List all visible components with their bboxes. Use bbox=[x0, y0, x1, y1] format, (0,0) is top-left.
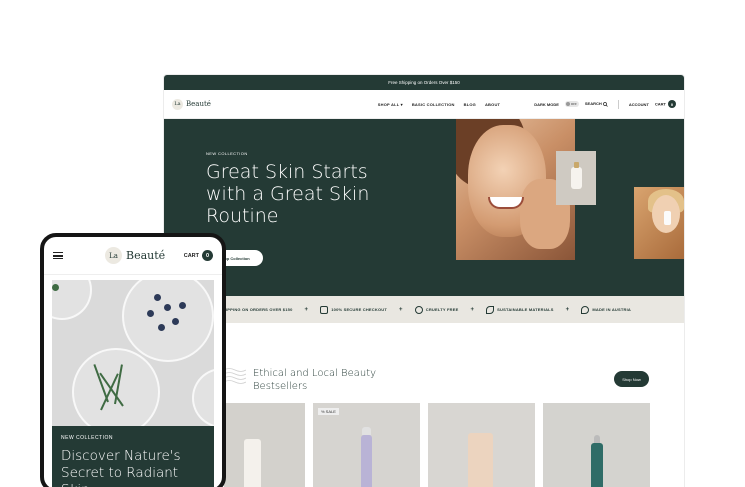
menu-item-about[interactable]: ABOUT bbox=[485, 102, 500, 107]
desktop-logo[interactable]: La Beauté bbox=[172, 98, 211, 110]
section-title: Ethical and Local Beauty Bestsellers bbox=[253, 367, 376, 393]
feature-secure-checkout: 100% SECURE CHECKOUT bbox=[320, 305, 387, 314]
product-card[interactable] bbox=[543, 403, 650, 487]
dark-mode-toggle[interactable]: OFF bbox=[564, 101, 579, 107]
lock-icon bbox=[320, 305, 329, 314]
mobile-hero: NEW COLLECTION Discover Nature's Secret … bbox=[52, 426, 214, 487]
feature-shipping: SHIPPING ON ORDERS OVER $150 bbox=[220, 307, 293, 312]
rabbit-icon bbox=[414, 305, 423, 314]
product-card[interactable] bbox=[428, 403, 535, 487]
menu-item-shop-all[interactable]: SHOP ALL ▾ bbox=[378, 102, 403, 107]
menu-item-basic-collection[interactable]: BASIC COLLECTION bbox=[412, 102, 455, 107]
logo-text: Beauté bbox=[126, 249, 166, 262]
serum-product-image bbox=[556, 151, 596, 205]
mobile-header: La Beauté CART 0 bbox=[44, 237, 222, 275]
leaf-icon bbox=[486, 305, 495, 314]
location-pin-icon bbox=[581, 305, 590, 314]
hero-title: Great Skin Starts with a Great Skin Rout… bbox=[206, 161, 370, 227]
mobile-logo[interactable]: La Beauté bbox=[105, 247, 165, 264]
logo-badge: La bbox=[105, 247, 122, 264]
desktop-hero: NEW COLLECTION Great Skin Starts with a … bbox=[164, 119, 684, 296]
feature-cruelty-free: CRUELTY FREE bbox=[414, 305, 459, 314]
model-portrait-image bbox=[634, 187, 684, 259]
header-utilities: DARK MODE OFF SEARCH ACCOUNT CART 0 bbox=[534, 99, 676, 109]
menu-item-blog[interactable]: BLOG bbox=[464, 102, 476, 107]
product-card[interactable] bbox=[224, 403, 305, 487]
main-menu: SHOP ALL ▾ BASIC COLLECTION BLOG ABOUT bbox=[378, 102, 500, 107]
shop-now-button[interactable]: Shop Now bbox=[614, 371, 649, 387]
showcase-stage: Free Shipping on Orders Over $150 La Bea… bbox=[0, 0, 745, 487]
feature-band: SHIPPING ON ORDERS OVER $150 + 100% SECU… bbox=[164, 296, 684, 323]
divider bbox=[617, 99, 619, 109]
cart-count-badge: 0 bbox=[202, 250, 213, 261]
hero-kicker: NEW COLLECTION bbox=[206, 151, 248, 156]
plus-icon: + bbox=[399, 306, 403, 313]
mobile-hero-kicker: NEW COLLECTION bbox=[61, 435, 114, 441]
plus-icon: + bbox=[304, 306, 309, 313]
hamburger-menu-icon[interactable] bbox=[53, 252, 63, 259]
mobile-device: La Beauté CART 0 NEW COLLECTION Discover… bbox=[40, 233, 226, 487]
search-icon bbox=[603, 101, 608, 107]
product-card[interactable]: % SALE bbox=[313, 403, 420, 487]
plus-icon: + bbox=[565, 306, 570, 313]
plus-icon: + bbox=[470, 306, 475, 313]
bestsellers-section: Ethical and Local Beauty Bestsellers Sho… bbox=[164, 323, 684, 487]
section-title-line2: Bestsellers bbox=[253, 381, 308, 392]
cart-count-badge: 0 bbox=[668, 100, 676, 108]
cart-link[interactable]: CART 0 bbox=[655, 100, 676, 108]
section-title-line1: Ethical and Local Beauty bbox=[253, 368, 377, 379]
petri-dish-image bbox=[52, 280, 214, 426]
mobile-cart-link[interactable]: CART 0 bbox=[184, 250, 213, 261]
toggle-state: OFF bbox=[570, 102, 577, 106]
feature-made-in-austria: MADE IN AUSTRIA bbox=[581, 305, 631, 314]
mobile-hero-title: Discover Nature's Secret to Radiant Skin bbox=[61, 448, 181, 487]
sale-badge: % SALE bbox=[318, 408, 339, 415]
feature-sustainable: SUSTAINABLE MATERIALS bbox=[486, 305, 554, 314]
chevron-down-icon: ▾ bbox=[400, 101, 403, 107]
waves-icon bbox=[224, 368, 246, 384]
logo-text: Beauté bbox=[186, 100, 211, 108]
logo-badge: La bbox=[172, 98, 183, 110]
announcement-bar: Free Shipping on Orders Over $150 bbox=[164, 75, 684, 90]
desktop-header: La Beauté SHOP ALL ▾ BASIC COLLECTION BL… bbox=[164, 90, 684, 119]
account-link[interactable]: ACCOUNT bbox=[629, 102, 649, 107]
dark-mode-label: DARK MODE bbox=[534, 101, 559, 107]
search-button[interactable]: SEARCH bbox=[585, 101, 608, 107]
desktop-window: Free Shipping on Orders Over $150 La Bea… bbox=[164, 75, 684, 487]
